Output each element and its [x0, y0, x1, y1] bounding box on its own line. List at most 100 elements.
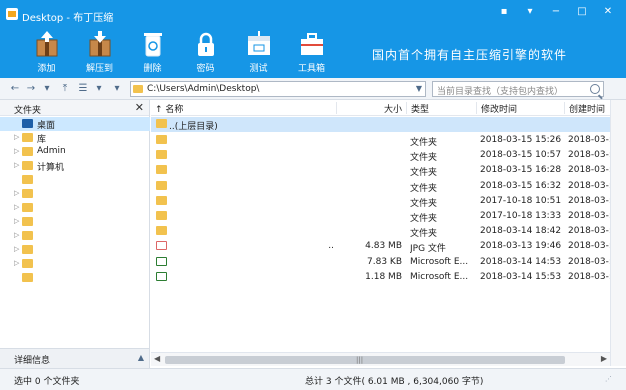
- file-row[interactable]: 文件夹 2018-03-15 16:28 2018-03-:: [151, 163, 610, 178]
- details-bar[interactable]: 详细信息 ▲: [0, 348, 150, 368]
- tree-item[interactable]: ▷: [0, 215, 150, 229]
- file-name: ..: [328, 241, 334, 252]
- file-modified: 2018-03-15 10:57: [480, 150, 562, 161]
- status-bar: 选中 0 个文件夹 总计 3 个文件( 6.01 MB , 6,304,060 …: [0, 368, 626, 390]
- tree-item[interactable]: ▷ 计算机: [0, 159, 150, 173]
- test-icon: [247, 31, 270, 55]
- tree-item[interactable]: ▷: [0, 229, 150, 243]
- file-created: 2018-03-:: [568, 211, 610, 221]
- view-dropdown-icon[interactable]: ▾: [92, 82, 106, 96]
- expand-arrow-icon[interactable]: ▷: [14, 259, 19, 267]
- file-modified: 2018-03-15 16:32: [480, 180, 562, 191]
- folder-icon: [22, 217, 33, 226]
- file-row[interactable]: 文件夹 2017-10-18 13:33 2018-03-:: [151, 209, 610, 224]
- file-row[interactable]: 文件夹 2018-03-15 16:32 2018-03-:: [151, 179, 610, 194]
- search-input[interactable]: 当前目录查找（支持包内查找）: [432, 81, 604, 97]
- forward-icon[interactable]: →: [24, 82, 38, 96]
- expand-arrow-icon[interactable]: ▷: [14, 133, 19, 141]
- tree-item[interactable]: ▷ 库: [0, 131, 150, 145]
- file-created: 2018-03-:: [568, 180, 610, 191]
- toolbox-button[interactable]: 工具箱: [285, 30, 338, 74]
- file-type: 文件夹: [410, 153, 438, 164]
- scroll-right-icon[interactable]: ▶: [601, 354, 607, 363]
- delete-button[interactable]: 删除: [126, 30, 179, 74]
- file-row[interactable]: 文件夹 2018-03-14 18:42 2018-03-:: [151, 224, 610, 239]
- toolbox-label: 工具箱: [297, 64, 325, 74]
- view-list-icon[interactable]: ☰: [76, 82, 90, 96]
- tree-item[interactable]: ▷: [0, 187, 150, 201]
- tree-item[interactable]: [0, 271, 150, 285]
- file-type: 文件夹: [410, 198, 438, 209]
- folder-icon: [22, 161, 33, 170]
- scroll-thumb[interactable]: [165, 356, 565, 364]
- tree-item[interactable]: ▷: [0, 257, 150, 271]
- file-type: 文件夹: [410, 214, 438, 224]
- file-type: Microsoft E...: [410, 256, 469, 267]
- parent-directory-row[interactable]: ..(上层目录): [151, 117, 610, 132]
- search-icon[interactable]: [590, 84, 600, 94]
- col-created[interactable]: 创建时间: [564, 102, 610, 115]
- password-button[interactable]: 密码: [179, 30, 232, 74]
- folder-icon: [156, 150, 167, 160]
- file-row[interactable]: 文件夹 2017-10-18 10:51 2018-03-:: [151, 194, 610, 209]
- expand-arrow-icon[interactable]: ▷: [14, 217, 19, 225]
- tree-item-label: 库: [37, 135, 47, 145]
- col-modified[interactable]: 修改时间: [476, 102, 564, 115]
- file-created: 2018-03-:: [568, 241, 610, 252]
- back-icon[interactable]: ←: [8, 82, 22, 96]
- file-created: 2018-03-:: [568, 271, 610, 282]
- menu-icon[interactable]: ▾: [524, 6, 536, 18]
- expand-arrow-icon[interactable]: ▷: [14, 203, 19, 211]
- file-created: 2018-03-:: [568, 195, 610, 206]
- folder-icon: [22, 259, 33, 268]
- dropdown-icon[interactable]: ▾: [40, 82, 54, 96]
- scroll-left-icon[interactable]: ◀: [154, 354, 160, 363]
- delete-label: 删除: [143, 64, 162, 74]
- col-size[interactable]: 大小: [336, 102, 406, 115]
- file-created: 2018-03-:: [568, 135, 610, 145]
- toolbox-icon: [300, 33, 323, 55]
- expand-arrow-icon[interactable]: ▷: [14, 189, 19, 197]
- maximize-button[interactable]: □: [576, 6, 588, 18]
- feedback-icon[interactable]: ▪: [498, 6, 510, 18]
- file-row[interactable]: 1.18 MB Microsoft E... 2018-03-14 15:53 201…: [151, 270, 610, 285]
- tree-item[interactable]: ▷ Admin: [0, 145, 150, 159]
- file-modified: 2018-03-14 14:53: [480, 256, 562, 267]
- horizontal-scrollbar[interactable]: ◀ ||| ▶: [151, 352, 610, 366]
- file-modified: 2017-10-18 13:33: [480, 211, 562, 221]
- file-size: 4.83 MB: [365, 241, 402, 252]
- expand-arrow-icon[interactable]: ▷: [14, 231, 19, 239]
- tree-item[interactable]: 桌面: [0, 117, 150, 131]
- nav-history-icon[interactable]: ▾: [110, 82, 124, 96]
- resize-grip-icon[interactable]: ⋰: [605, 375, 612, 383]
- close-pane-icon[interactable]: ✕: [135, 101, 144, 114]
- close-button[interactable]: ✕: [602, 6, 614, 18]
- tree-item[interactable]: ▷: [0, 243, 150, 257]
- vertical-scrollbar[interactable]: [610, 100, 626, 366]
- up-folder-icon[interactable]: ⤒: [58, 82, 72, 96]
- path-input[interactable]: C:\Users\Admin\Desktop\ ▼: [130, 81, 426, 97]
- file-row[interactable]: 文件夹 2018-03-15 10:57 2018-03-:: [151, 148, 610, 163]
- tree-item[interactable]: ▷: [0, 201, 150, 215]
- expand-arrow-icon[interactable]: ▷: [14, 161, 19, 169]
- extract-button[interactable]: 解压到: [73, 30, 126, 74]
- column-header: ↑ 名称 大小 类型 修改时间 创建时间: [151, 100, 610, 116]
- test-button[interactable]: 测试: [232, 30, 285, 74]
- expand-details-icon[interactable]: ▲: [138, 353, 144, 362]
- file-row[interactable]: .. 4.83 MB JPG 文件 2018-03-13 19:46 2018-03-:: [151, 239, 610, 254]
- minimize-button[interactable]: −: [550, 6, 562, 18]
- path-dropdown-icon[interactable]: ▼: [416, 84, 422, 93]
- file-type: 文件夹: [410, 183, 438, 194]
- tree-item[interactable]: [0, 173, 150, 187]
- col-type[interactable]: 类型: [406, 102, 476, 115]
- expand-arrow-icon[interactable]: ▷: [14, 147, 19, 155]
- file-row[interactable]: 文件夹 2018-03-15 15:26 2018-03-:: [151, 133, 610, 148]
- app-icon: [6, 8, 18, 20]
- file-type: 文件夹: [410, 168, 438, 179]
- expand-arrow-icon[interactable]: ▷: [14, 245, 19, 253]
- file-row[interactable]: 7.83 KB Microsoft E... 2018-03-14 14:53 201…: [151, 255, 610, 270]
- col-name[interactable]: ↑ 名称: [151, 102, 336, 115]
- extract-label: 解压到: [85, 64, 113, 74]
- folder-icon: [22, 203, 33, 212]
- add-button[interactable]: 添加: [20, 30, 73, 74]
